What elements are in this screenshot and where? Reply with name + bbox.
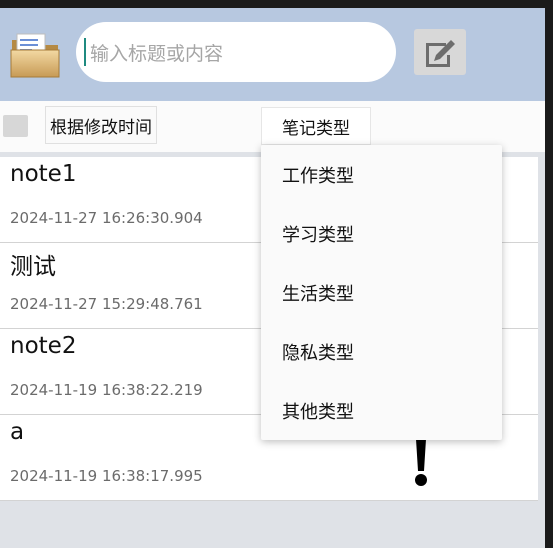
exclamation-icon (412, 437, 432, 487)
search-placeholder: 输入标题或内容 (90, 42, 224, 65)
new-note-button[interactable] (414, 29, 466, 75)
note-timestamp: 2024-11-27 16:26:30.904 (10, 209, 203, 227)
header-bar: 输入标题或内容 (0, 8, 545, 101)
note-timestamp: 2024-11-19 16:38:17.995 (10, 467, 203, 485)
folder-icon[interactable] (9, 30, 61, 82)
note-title: a (10, 419, 25, 445)
text-cursor (84, 38, 86, 66)
status-bar (0, 0, 553, 8)
dropdown-option-life[interactable]: 生活类型 (261, 263, 502, 322)
edit-note-icon (426, 40, 455, 67)
note-type-dropdown: 工作类型 学习类型 生活类型 隐私类型 其他类型 (261, 145, 502, 440)
note-title: note1 (10, 161, 77, 187)
window-edge (545, 0, 553, 548)
notes-app: 输入标题或内容 根据修改时间 笔记类型 note1 2024-11-27 16:… (0, 0, 545, 548)
note-timestamp: 2024-11-27 15:29:48.761 (10, 295, 203, 313)
dropdown-option-work[interactable]: 工作类型 (261, 145, 502, 204)
dropdown-option-private[interactable]: 隐私类型 (261, 322, 502, 381)
search-input[interactable]: 输入标题或内容 (76, 22, 396, 82)
select-all-checkbox[interactable] (3, 115, 28, 137)
note-title: 测试 (10, 254, 56, 280)
sort-by-modified-button[interactable]: 根据修改时间 (45, 106, 157, 144)
note-timestamp: 2024-11-19 16:38:22.219 (10, 381, 203, 399)
note-title: note2 (10, 333, 77, 359)
dropdown-option-other[interactable]: 其他类型 (261, 381, 502, 440)
note-type-spinner[interactable]: 笔记类型 (261, 107, 371, 145)
dropdown-option-study[interactable]: 学习类型 (261, 204, 502, 263)
